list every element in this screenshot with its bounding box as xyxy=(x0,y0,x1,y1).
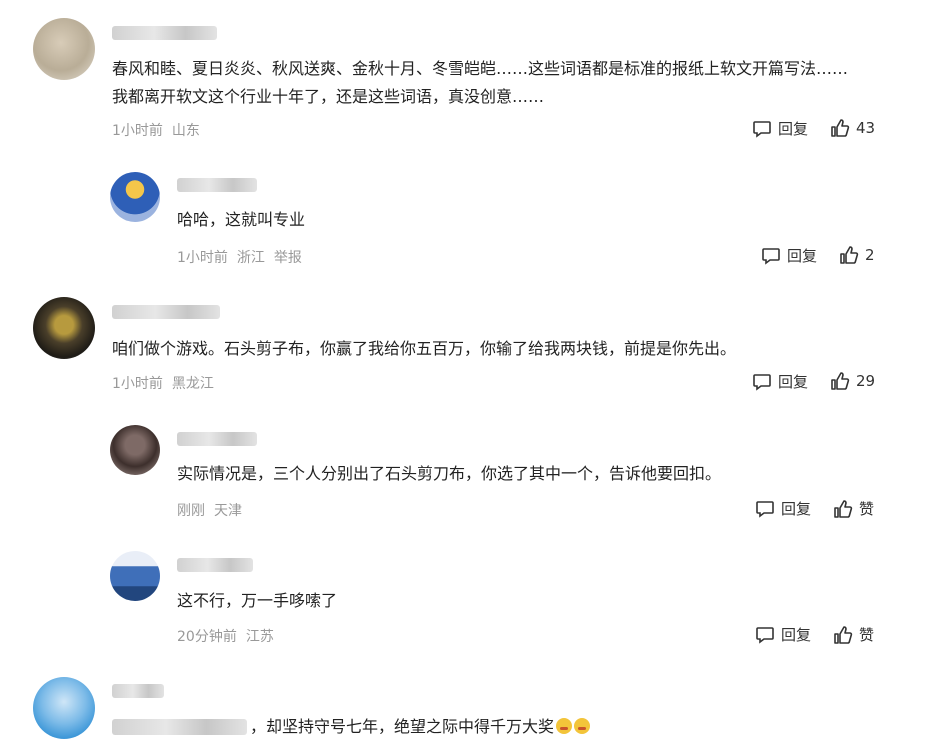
username-blurred[interactable] xyxy=(112,305,220,319)
reply-button[interactable]: 回复 xyxy=(761,245,817,266)
thumbs-up-icon xyxy=(831,119,850,137)
comment-meta: 20分钟前 江苏 xyxy=(177,626,283,646)
avatar[interactable] xyxy=(33,18,95,80)
thumbs-up-icon xyxy=(840,246,859,264)
username-blurred[interactable] xyxy=(177,178,257,192)
comment-time: 20分钟前 xyxy=(177,629,237,645)
smiling-face-emoji-icon xyxy=(556,718,573,734)
comment-meta: 刚刚 天津 xyxy=(177,500,251,520)
comment-text: 这不行，万一手哆嗦了 xyxy=(177,591,338,610)
like-button[interactable]: 29 xyxy=(830,371,875,391)
like-button[interactable]: 43 xyxy=(830,118,875,138)
comment-text: 实际情况是，三个人分别出了石头剪刀布，你选了其中一个，告诉他要回扣。 xyxy=(177,464,722,483)
comment-time: 刚刚 xyxy=(177,503,205,519)
comment-bubble-icon xyxy=(756,626,774,644)
avatar[interactable] xyxy=(110,551,160,601)
thumbs-up-icon xyxy=(834,499,853,518)
comment-bubble-icon xyxy=(756,500,774,518)
comment-location: 天津 xyxy=(214,503,242,519)
username-blurred[interactable] xyxy=(112,684,164,698)
comment-location: 江苏 xyxy=(245,629,274,645)
comment-text: ，却坚持守号七年，绝望之际中得千万大奖 xyxy=(250,713,591,741)
comment-text: 春风和睦、夏日炎炎、秋风送爽、金秋十月、冬雪皑皑……这些词语都是标准的报纸上软文… xyxy=(112,59,849,78)
username-blurred[interactable] xyxy=(112,26,217,40)
like-count: 2 xyxy=(865,246,875,264)
reply-button[interactable]: 回复 xyxy=(755,624,811,645)
comment-bubble-icon xyxy=(762,247,780,265)
username-blurred[interactable] xyxy=(177,432,257,446)
avatar[interactable] xyxy=(33,297,95,359)
blurred-text-prefix xyxy=(112,719,247,735)
reply-label: 回复 xyxy=(778,373,809,391)
like-count: 29 xyxy=(856,372,876,390)
avatar[interactable] xyxy=(33,677,95,739)
reply-label: 回复 xyxy=(778,120,809,138)
comment-bubble-icon xyxy=(753,120,771,138)
comment-text-line2: 我都离开软文这个行业十年了，还是这些词语，真没创意…… xyxy=(112,87,545,106)
like-count: 43 xyxy=(856,119,876,137)
username-blurred[interactable] xyxy=(177,558,253,572)
reply-label: 回复 xyxy=(781,626,812,644)
reply-button[interactable]: 回复 xyxy=(752,118,808,139)
comment-meta: 1小时前 浙江 举报 xyxy=(177,247,311,267)
comment-bubble-icon xyxy=(753,373,771,391)
comment-meta: 1小时前 山东 xyxy=(112,120,209,140)
thumbs-up-icon xyxy=(834,625,853,644)
like-label: 赞 xyxy=(859,626,875,644)
comment-location: 山东 xyxy=(171,123,200,139)
like-button[interactable]: 赞 xyxy=(833,498,874,519)
avatar[interactable] xyxy=(110,172,160,222)
like-label: 赞 xyxy=(859,500,875,518)
like-button[interactable]: 2 xyxy=(839,245,875,265)
comment-time: 1小时前 xyxy=(112,123,163,139)
comment-text: 咱们做个游戏。石头剪子布，你赢了我给你五百万，你输了给我两块钱，前提是你先出。 xyxy=(112,339,737,358)
comment-time: 1小时前 xyxy=(177,250,228,266)
report-link[interactable]: 举报 xyxy=(274,250,302,266)
comment-time: 1小时前 xyxy=(112,376,163,392)
avatar[interactable] xyxy=(110,425,160,475)
reply-label: 回复 xyxy=(781,500,812,518)
reply-button[interactable]: 回复 xyxy=(755,498,811,519)
like-button[interactable]: 赞 xyxy=(833,624,874,645)
thumbs-up-icon xyxy=(831,372,850,390)
comment-location: 浙江 xyxy=(236,250,265,266)
comment-text-content: ，却坚持守号七年，绝望之际中得千万大奖 xyxy=(250,717,555,736)
comment-meta: 1小时前 黑龙江 xyxy=(112,373,223,393)
reply-label: 回复 xyxy=(787,247,818,265)
reply-button[interactable]: 回复 xyxy=(752,371,808,392)
comment-text: 哈哈，这就叫专业 xyxy=(177,210,306,229)
smiling-face-emoji-icon xyxy=(574,718,591,734)
comment-location: 黑龙江 xyxy=(171,376,214,392)
